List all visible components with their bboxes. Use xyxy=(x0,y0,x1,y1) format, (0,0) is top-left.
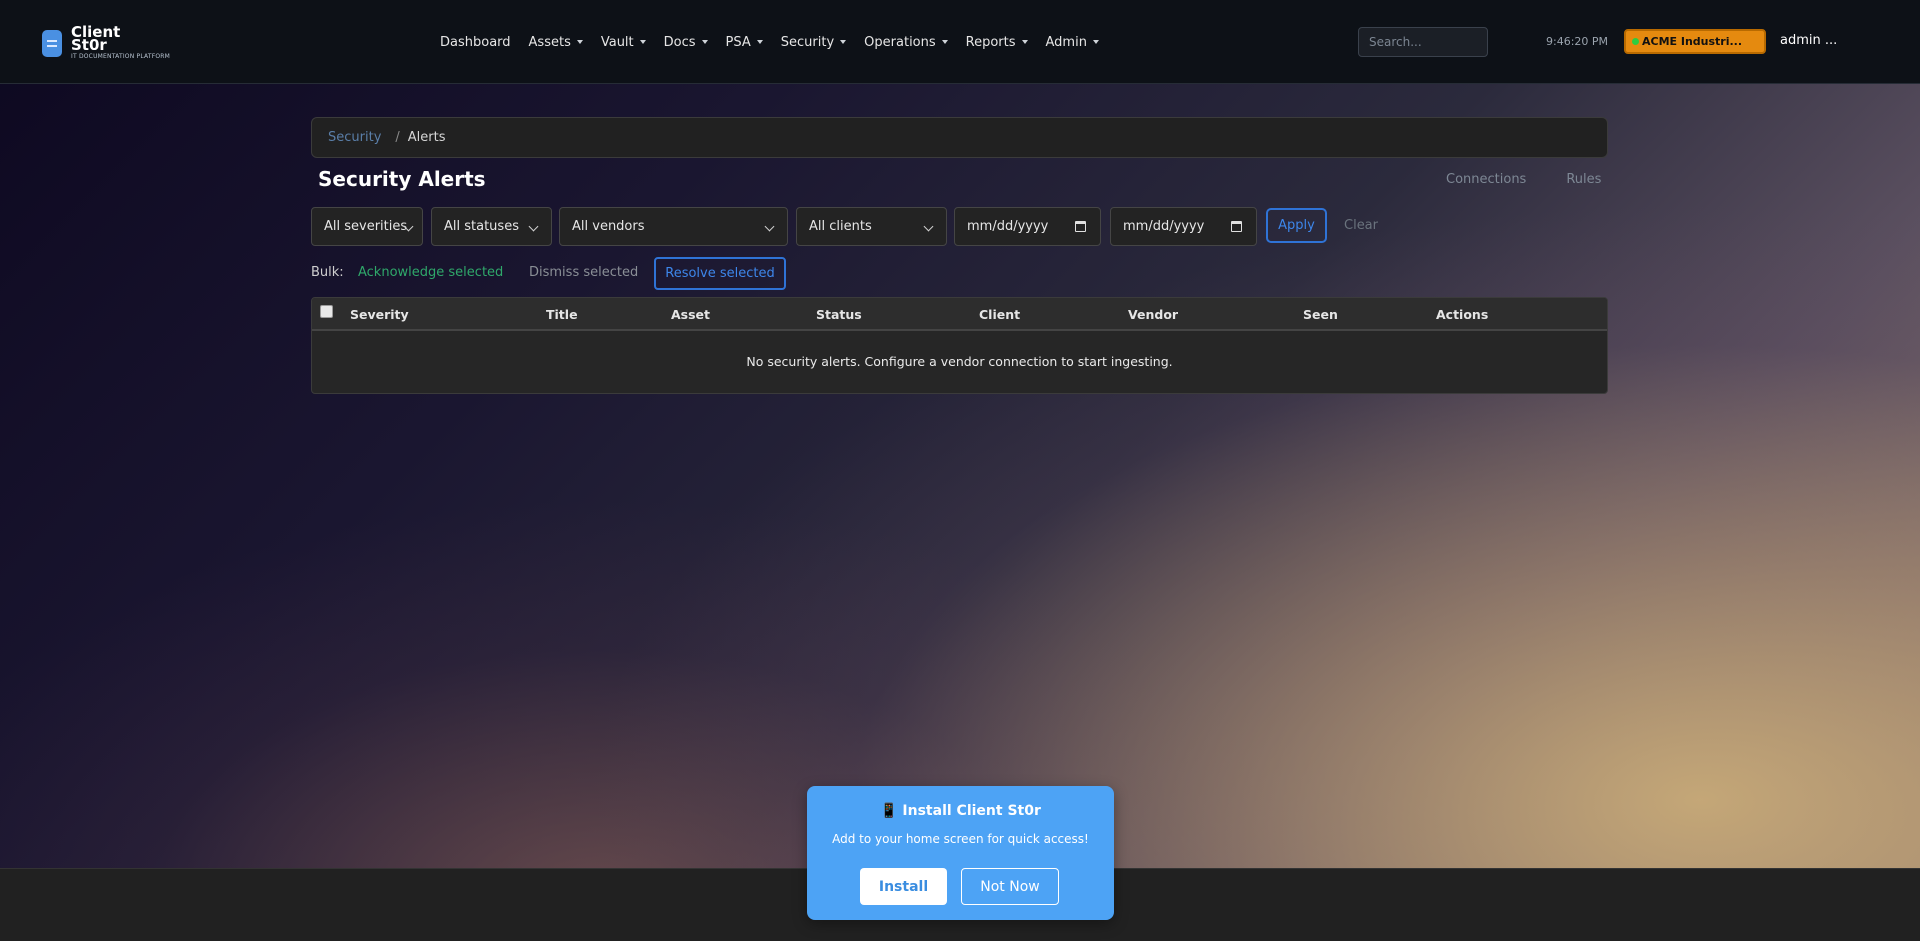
rules-link[interactable]: Rules xyxy=(1566,172,1601,187)
caret-down-icon xyxy=(639,40,646,44)
nav-operations[interactable]: Operations xyxy=(864,32,948,52)
nav-assets[interactable]: Assets xyxy=(529,32,583,52)
caret-down-icon xyxy=(576,40,583,44)
column-status[interactable]: Status xyxy=(816,307,862,322)
breadcrumb-security[interactable]: Security xyxy=(328,130,381,145)
not-now-button[interactable]: Not Now xyxy=(961,868,1059,905)
brand-name: Client St0r xyxy=(71,23,121,54)
nav-reports[interactable]: Reports xyxy=(966,32,1028,52)
nav-psa[interactable]: PSA xyxy=(726,32,763,52)
client-filter[interactable]: All clients xyxy=(796,207,947,246)
brand[interactable]: Client St0r IT DOCUMENTATION PLATFORM xyxy=(42,23,182,62)
nav-vault[interactable]: Vault xyxy=(601,32,646,52)
caret-down-icon xyxy=(1021,40,1028,44)
date-to-input[interactable]: mm/dd/yyyy xyxy=(1110,207,1257,246)
install-description: Add to your home screen for quick access… xyxy=(832,832,1089,846)
column-severity[interactable]: Severity xyxy=(350,307,409,322)
caret-down-icon xyxy=(701,40,708,44)
empty-state-message: No security alerts. Configure a vendor c… xyxy=(746,354,1173,369)
select-all-checkbox[interactable] xyxy=(320,305,333,318)
install-title: 📱 Install Client St0r xyxy=(880,803,1041,819)
bulk-label: Bulk: xyxy=(311,265,344,280)
install-prompt: 📱 Install Client St0r Add to your home s… xyxy=(807,786,1114,920)
caret-down-icon xyxy=(1092,40,1099,44)
acknowledge-selected-button[interactable]: Acknowledge selected xyxy=(358,265,503,280)
client-selector[interactable]: ACME Industri... xyxy=(1624,29,1766,54)
date-from-input[interactable]: mm/dd/yyyy xyxy=(954,207,1101,246)
column-seen[interactable]: Seen xyxy=(1303,307,1338,322)
caret-down-icon xyxy=(840,40,847,44)
status-dot-icon xyxy=(1632,38,1639,45)
alerts-table: Severity Title Asset Status Client Vendo… xyxy=(311,297,1608,394)
chevron-down-icon xyxy=(764,221,775,232)
column-title[interactable]: Title xyxy=(546,307,578,322)
install-button[interactable]: Install xyxy=(860,868,947,905)
severity-filter[interactable]: All severities xyxy=(311,207,423,246)
brand-tagline: IT DOCUMENTATION PLATFORM xyxy=(71,53,171,60)
top-navbar: Client St0r IT DOCUMENTATION PLATFORM Da… xyxy=(0,0,1920,84)
page-title: Security Alerts xyxy=(318,167,486,191)
nav-admin[interactable]: Admin xyxy=(1046,32,1099,52)
main-nav: Dashboard Assets Vault Docs PSA Security… xyxy=(440,32,1117,52)
dismiss-selected-button[interactable]: Dismiss selected xyxy=(529,265,638,280)
clear-button[interactable]: Clear xyxy=(1344,218,1378,233)
chevron-down-icon xyxy=(528,221,539,232)
status-filter[interactable]: All statuses xyxy=(431,207,552,246)
calendar-icon[interactable] xyxy=(1075,221,1086,232)
resolve-selected-button[interactable]: Resolve selected xyxy=(654,257,786,290)
apply-button[interactable]: Apply xyxy=(1266,208,1327,243)
phone-icon: 📱 xyxy=(880,803,898,819)
connections-link[interactable]: Connections xyxy=(1446,172,1526,187)
search-input[interactable] xyxy=(1358,27,1488,57)
breadcrumb-separator: / xyxy=(395,130,400,145)
caret-down-icon xyxy=(756,40,763,44)
header-links: Connections Rules xyxy=(1446,172,1601,187)
chevron-down-icon xyxy=(923,221,934,232)
column-actions: Actions xyxy=(1436,307,1489,322)
server-icon xyxy=(42,30,62,57)
nav-security[interactable]: Security xyxy=(781,32,847,52)
table-header: Severity Title Asset Status Client Vendo… xyxy=(312,298,1607,331)
nav-dashboard[interactable]: Dashboard xyxy=(440,32,511,52)
caret-down-icon xyxy=(941,40,948,44)
column-asset[interactable]: Asset xyxy=(671,307,710,322)
breadcrumb-current: Alerts xyxy=(407,130,446,145)
nav-docs[interactable]: Docs xyxy=(664,32,708,52)
user-menu[interactable]: admin ... xyxy=(1780,33,1837,48)
clock: 9:46:20 PM xyxy=(1546,35,1609,48)
calendar-icon[interactable] xyxy=(1231,221,1242,232)
breadcrumb: Security / Alerts xyxy=(311,117,1608,158)
vendor-filter[interactable]: All vendors xyxy=(559,207,788,246)
column-client[interactable]: Client xyxy=(979,307,1020,322)
column-vendor[interactable]: Vendor xyxy=(1128,307,1178,322)
